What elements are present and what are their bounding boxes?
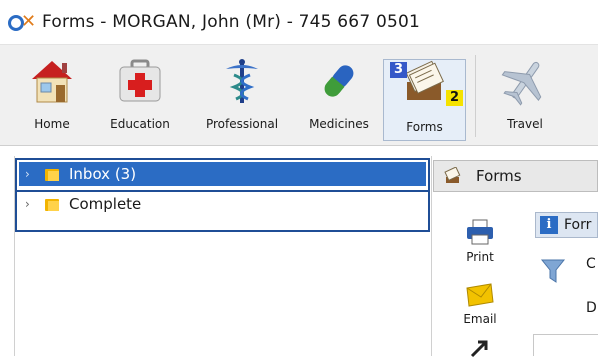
tree-item-label: Complete bbox=[69, 195, 142, 213]
travel-button[interactable]: Travel bbox=[494, 53, 556, 139]
details-box bbox=[533, 334, 598, 356]
tree-item-inbox[interactable]: › Inbox (3) bbox=[19, 162, 426, 186]
travel-label: Travel bbox=[507, 117, 543, 131]
export-button[interactable] bbox=[450, 338, 510, 358]
folder-icon bbox=[45, 167, 61, 181]
info-letter-c: C bbox=[586, 256, 596, 272]
airplane-icon bbox=[499, 55, 551, 107]
forms-shortcut-badge: 3 bbox=[390, 62, 408, 78]
arrow-out-icon bbox=[470, 340, 488, 358]
professional-label: Professional bbox=[205, 117, 279, 131]
forms-panel-header: Forms bbox=[433, 160, 598, 192]
title-bar: ✕ Forms - MORGAN, John (Mr) - 745 667 05… bbox=[0, 0, 598, 45]
info-tab-label: Forr bbox=[564, 217, 592, 233]
home-label: Home bbox=[34, 117, 70, 131]
app-logo-icon: ✕ bbox=[8, 11, 36, 32]
home-icon bbox=[26, 55, 78, 107]
folder-tree: › Inbox (3) › Complete bbox=[15, 158, 430, 232]
toolbar-separator bbox=[475, 55, 476, 137]
info-icon: i bbox=[540, 216, 558, 234]
print-button[interactable]: Print bbox=[450, 218, 510, 264]
email-label: Email bbox=[463, 312, 497, 326]
forms-count-badge: 2 bbox=[446, 90, 464, 106]
toolbar: Home Education Professional Medicines Fo… bbox=[0, 45, 598, 146]
chevron-right-icon[interactable]: › bbox=[25, 197, 39, 211]
funnel-icon[interactable] bbox=[540, 256, 566, 286]
caduceus-icon bbox=[216, 55, 268, 107]
medical-kit-icon bbox=[114, 55, 166, 107]
medicines-button[interactable]: Medicines bbox=[302, 53, 376, 139]
printer-icon bbox=[467, 219, 493, 245]
professional-button[interactable]: Professional bbox=[196, 53, 288, 139]
chevron-right-icon[interactable]: › bbox=[25, 167, 39, 181]
tree-item-complete[interactable]: › Complete bbox=[19, 192, 426, 216]
tree-divider bbox=[15, 190, 428, 192]
card-file-icon bbox=[444, 166, 462, 185]
email-button[interactable]: Email bbox=[450, 282, 510, 326]
envelope-icon bbox=[466, 283, 494, 307]
capsule-icon bbox=[313, 55, 365, 107]
folder-icon bbox=[45, 197, 61, 211]
forms-panel-title: Forms bbox=[476, 167, 522, 185]
education-label: Education bbox=[110, 117, 170, 131]
home-button[interactable]: Home bbox=[22, 53, 82, 139]
info-tab[interactable]: i Forr bbox=[535, 212, 598, 238]
window-title: Forms - MORGAN, John (Mr) - 745 667 0501 bbox=[42, 12, 421, 32]
tree-item-label: Inbox (3) bbox=[69, 165, 137, 183]
education-button[interactable]: Education bbox=[102, 53, 178, 139]
info-letter-d: D bbox=[586, 300, 597, 316]
forms-button[interactable]: Forms 3 2 bbox=[383, 59, 466, 141]
medicines-label: Medicines bbox=[309, 117, 369, 131]
forms-label: Forms bbox=[406, 120, 443, 134]
print-label: Print bbox=[466, 250, 494, 264]
